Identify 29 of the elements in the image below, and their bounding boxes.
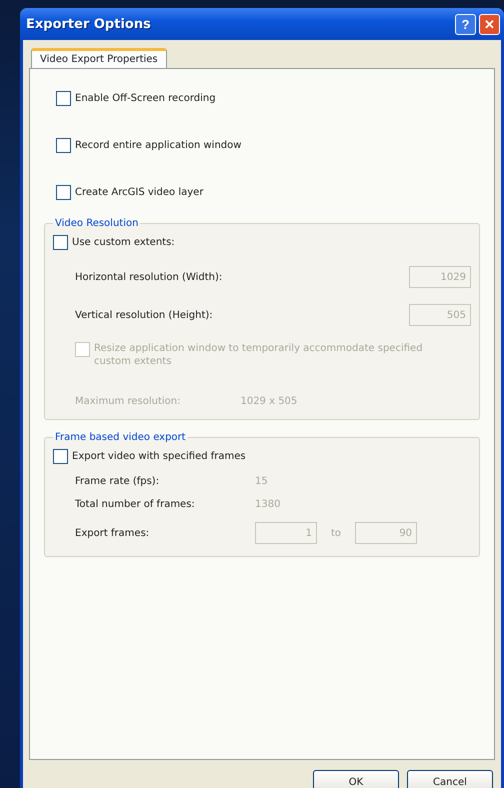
- checkbox-label: Export video with specified frames: [72, 451, 246, 462]
- group-title: Frame based video export: [54, 432, 187, 443]
- checkbox[interactable]: [56, 138, 71, 153]
- field-label: Frame rate (fps):: [75, 476, 160, 487]
- ok-button[interactable]: OK: [313, 770, 399, 788]
- checkbox-label: Use custom extents:: [72, 237, 175, 248]
- checkbox-label: Resize application window to temporarily accommodate specified custom extents: [94, 342, 424, 368]
- cancel-button[interactable]: Cancel: [407, 770, 493, 788]
- checkbox-label: Enable Off-Screen recording: [75, 93, 216, 104]
- resolution-value: 1029 x 505: [240, 396, 298, 407]
- field-label: Export frames:: [75, 528, 150, 538]
- range-separator: to: [331, 528, 342, 538]
- field-label: Vertical resolution (Height):: [75, 310, 213, 320]
- checkbox[interactable]: [56, 91, 71, 106]
- field-label: Total number of frames:: [75, 499, 196, 510]
- checkbox-label: Record entire application window: [75, 140, 242, 151]
- frame-rate-value: 15: [255, 476, 268, 487]
- close-button[interactable]: ✕: [479, 14, 500, 34]
- field-label: Maximum resolution:: [75, 396, 180, 407]
- window-title: Exporter Options: [26, 16, 152, 32]
- frame-count-value: 1380: [255, 499, 280, 510]
- checkbox-label: Create ArcGIS video layer: [75, 187, 204, 198]
- checkbox[interactable]: [53, 235, 68, 250]
- group-title: Video Resolution: [54, 218, 140, 229]
- checkbox[interactable]: [53, 449, 68, 464]
- tab[interactable]: Video Export Properties: [31, 48, 167, 68]
- help-button[interactable]: ?: [455, 14, 476, 34]
- field-label: Horizontal resolution (Width):: [75, 272, 222, 282]
- checkbox[interactable]: [56, 185, 71, 200]
